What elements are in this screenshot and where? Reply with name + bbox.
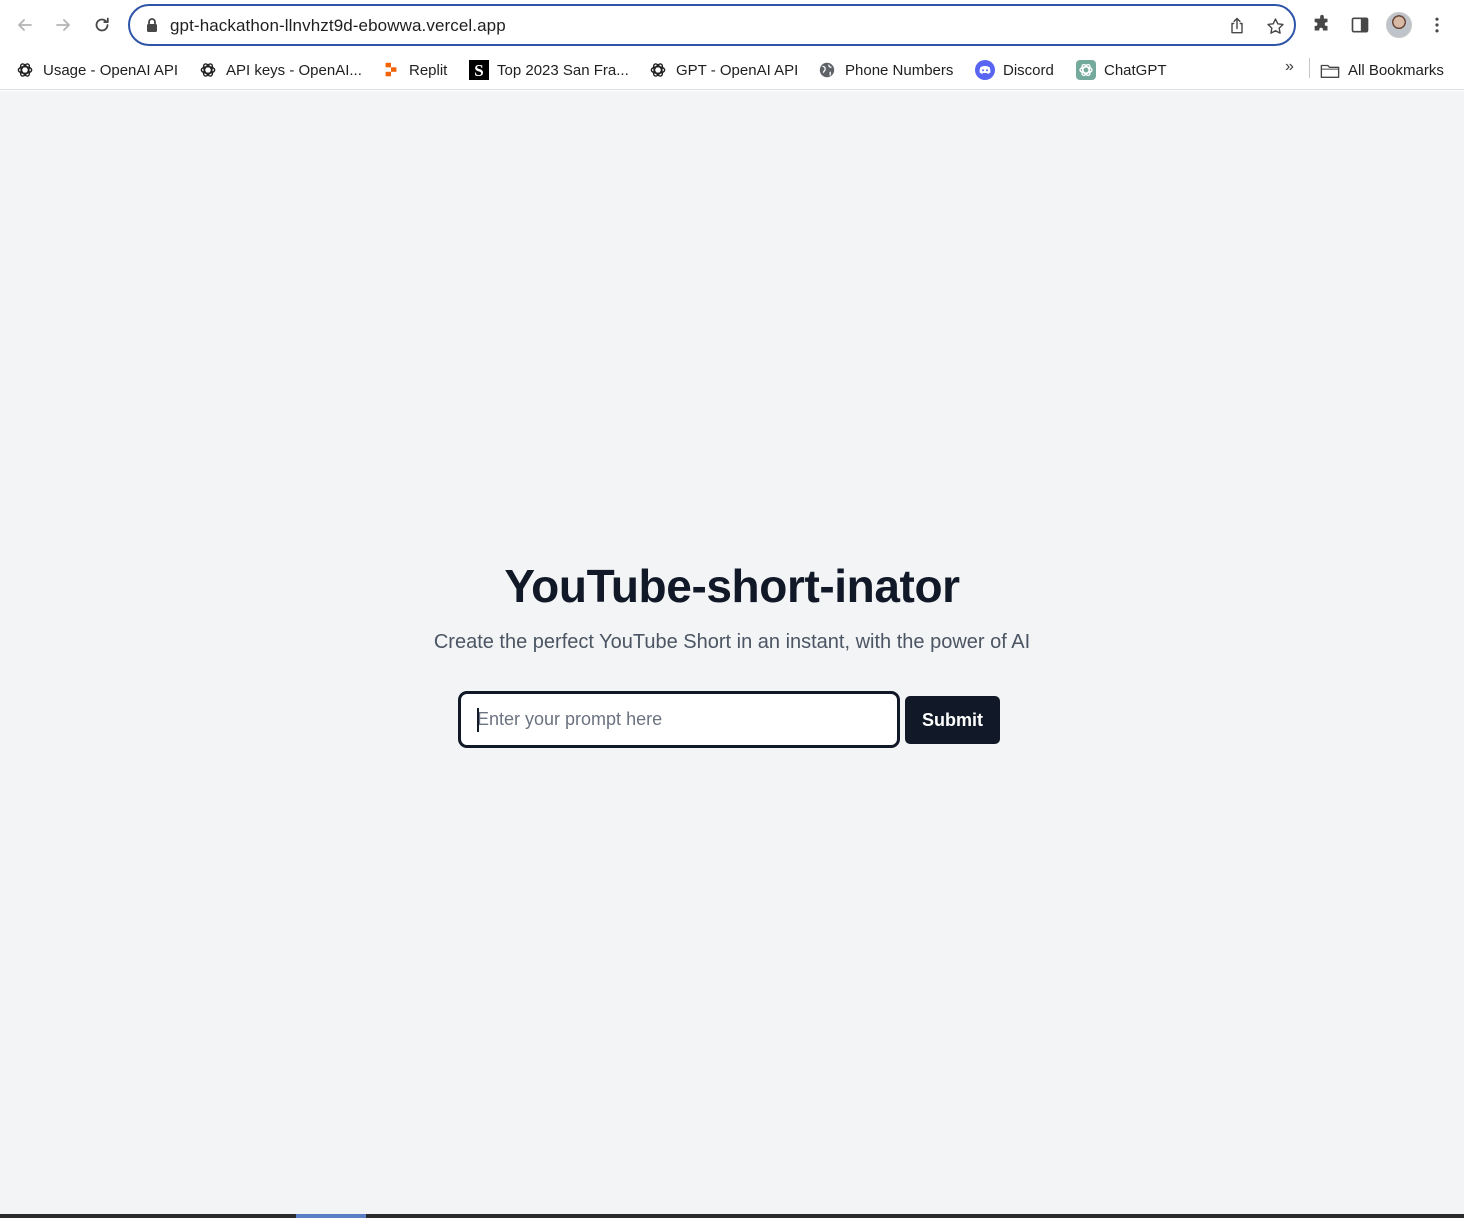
- forward-button[interactable]: [47, 9, 79, 41]
- extensions-button[interactable]: [1309, 12, 1335, 38]
- browser-menu-button[interactable]: [1424, 12, 1450, 38]
- bookmark-label: Replit: [409, 61, 448, 79]
- prompt-input[interactable]: [458, 691, 900, 748]
- reload-button[interactable]: [86, 9, 118, 41]
- back-arrow-icon: [18, 19, 32, 31]
- bookmark-chatgpt[interactable]: ChatGPT: [1076, 56, 1167, 84]
- address-bar[interactable]: gpt-hackathon-llnvhzt9d-ebowwa.vercel.ap…: [128, 4, 1296, 46]
- bookmark-star-button[interactable]: [1263, 14, 1287, 38]
- back-button[interactable]: [9, 9, 41, 41]
- bookmarks-bar: Usage - OpenAI API API keys - OpenAI... …: [0, 50, 1464, 90]
- page-subtitle: Create the perfect YouTube Short in an i…: [433, 631, 1031, 653]
- s-logo-icon: S: [469, 60, 489, 80]
- bookmark-phone-numbers[interactable]: Phone Numbers: [817, 56, 953, 84]
- url-text[interactable]: gpt-hackathon-llnvhzt9d-ebowwa.vercel.ap…: [170, 16, 506, 36]
- bookmark-label: Usage - OpenAI API: [43, 61, 179, 79]
- bookmarks-divider: [1309, 58, 1310, 78]
- kebab-menu-icon: [1435, 17, 1439, 33]
- bottom-edge-strip: [0, 1214, 1464, 1218]
- bookmark-usage-openai-api[interactable]: Usage - OpenAI API: [15, 56, 178, 84]
- bookmark-gpt-openai-api[interactable]: GPT - OpenAI API: [648, 56, 798, 84]
- bottom-edge-accent: [296, 1214, 366, 1218]
- openai-icon: [15, 60, 35, 80]
- bookmark-api-keys-openai[interactable]: API keys - OpenAI...: [198, 56, 362, 84]
- chatgpt-icon: [1076, 60, 1096, 80]
- replit-icon: [381, 60, 401, 80]
- svg-text:S: S: [474, 61, 483, 80]
- puzzle-icon: [1314, 14, 1328, 31]
- bookmark-label: Discord: [1003, 61, 1054, 79]
- bookmark-label: ChatGPT: [1104, 61, 1167, 79]
- all-bookmarks-folder[interactable]: All Bookmarks: [1320, 56, 1444, 84]
- more-bookmarks-button[interactable]: »: [1285, 58, 1294, 76]
- bookmark-discord[interactable]: Discord: [975, 56, 1054, 84]
- all-bookmarks-label: All Bookmarks: [1348, 61, 1444, 79]
- side-panel-icon: [1351, 17, 1369, 33]
- forward-arrow-icon: [56, 19, 70, 31]
- folder-icon: [1320, 60, 1340, 80]
- star-icon: [1266, 17, 1284, 34]
- profile-avatar[interactable]: [1386, 12, 1412, 38]
- bookmark-top-2023-san-fra[interactable]: S Top 2023 San Fra...: [469, 56, 629, 84]
- openai-icon: [648, 60, 668, 80]
- page-title: YouTube-short-inator: [504, 560, 960, 612]
- submit-button[interactable]: Submit: [905, 696, 1000, 744]
- bookmark-label: Phone Numbers: [845, 61, 954, 79]
- bookmark-replit[interactable]: Replit: [381, 56, 447, 84]
- share-icon: [1231, 17, 1243, 34]
- page-content: YouTube-short-inator Create the perfect …: [0, 91, 1464, 1218]
- discord-icon: [975, 60, 995, 80]
- bookmark-label: Top 2023 San Fra...: [497, 61, 629, 79]
- browser-toolbar: gpt-hackathon-llnvhzt9d-ebowwa.vercel.ap…: [0, 0, 1464, 50]
- lock-icon: [147, 18, 157, 32]
- openai-icon: [198, 60, 218, 80]
- share-button[interactable]: [1225, 14, 1249, 38]
- bookmark-label: API keys - OpenAI...: [226, 61, 362, 79]
- globe-icon: [817, 60, 837, 80]
- side-panel-button[interactable]: [1347, 12, 1373, 38]
- text-caret: [477, 708, 479, 732]
- bookmark-label: GPT - OpenAI API: [676, 61, 799, 79]
- reload-icon: [95, 17, 109, 32]
